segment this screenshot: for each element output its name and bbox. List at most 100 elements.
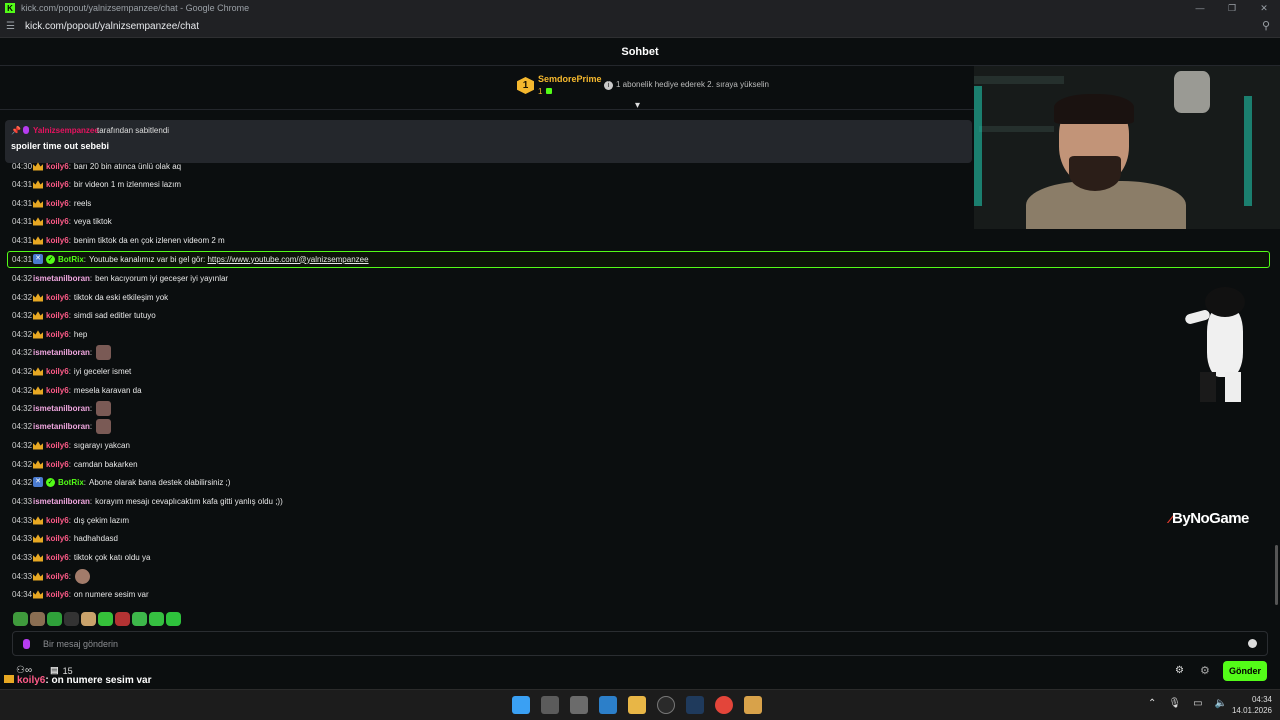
message-username[interactable]: koily6 [46, 162, 69, 171]
emote-button[interactable] [13, 612, 28, 626]
crown-badge-icon [4, 675, 14, 683]
chat-title: Sohbet [621, 46, 659, 58]
pinned-by-name[interactable]: Yalnizsempanzee [33, 126, 99, 135]
volume-icon[interactable]: 🔈 [1215, 698, 1227, 709]
emote-button[interactable] [149, 612, 164, 626]
crown-badge-icon [33, 293, 43, 302]
message-text: hadhahdasd [73, 533, 118, 543]
chat-message-row: 04:31 koily6: reels [12, 195, 91, 211]
message-time: 04:32 [12, 329, 33, 339]
chat-message-row: 04:34 koily6: on numere sesim var [12, 586, 149, 602]
message-username[interactable]: koily6 [46, 236, 69, 245]
emote-button[interactable] [81, 612, 96, 626]
message-time: 04:34 [12, 589, 33, 599]
message-username[interactable]: koily6 [46, 330, 69, 339]
crown-badge-icon [33, 330, 43, 339]
chat-message-input[interactable] [43, 638, 1223, 649]
message-time: 04:32 [12, 292, 33, 302]
message-link[interactable]: https://www.youtube.com/@yalnizsempanzee [207, 255, 368, 264]
emote-button[interactable] [115, 612, 130, 626]
emote-image [74, 568, 90, 584]
message-time: 04:33 [12, 533, 33, 543]
app-icon[interactable] [599, 696, 617, 714]
microphone-icon[interactable]: 🎙 [1168, 698, 1181, 709]
emote-button[interactable] [98, 612, 113, 626]
app-icon[interactable] [657, 696, 675, 714]
close-button[interactable]: ✕ [1248, 0, 1280, 16]
crown-badge-icon [33, 534, 43, 543]
message-separator: : [68, 216, 71, 226]
system-clock[interactable]: 04:34 14.01.2026 [1230, 694, 1272, 716]
message-time: 04:32 [12, 403, 33, 413]
maximize-button[interactable]: ❐ [1216, 0, 1248, 16]
message-username[interactable]: koily6 [46, 311, 69, 320]
message-username[interactable]: koily6 [46, 199, 69, 208]
gift-icon[interactable]: ⚙ [1200, 664, 1210, 677]
app-icon[interactable] [744, 696, 762, 714]
message-username[interactable]: ismetanilboran [33, 497, 90, 506]
message-username[interactable]: ismetanilboran [33, 404, 90, 413]
pinned-by-text: tarafından sabitlendi [97, 126, 170, 135]
leader-name[interactable]: SemdorePrime [538, 74, 602, 84]
message-username[interactable]: BotRix [58, 478, 84, 487]
message-time: 04:32 [12, 421, 33, 431]
message-username[interactable]: koily6 [46, 441, 69, 450]
message-text: Abone olarak bana destek olabilirsiniz ;… [89, 477, 231, 487]
zoom-icon[interactable]: ⚲ [1262, 19, 1270, 32]
start-menu-icon[interactable] [512, 696, 530, 714]
app-icon[interactable] [570, 696, 588, 714]
message-username[interactable]: koily6 [46, 590, 69, 599]
message-username[interactable]: ismetanilboran [33, 348, 90, 357]
task-view-icon[interactable] [541, 696, 559, 714]
message-username[interactable]: koily6 [46, 516, 69, 525]
emote-button[interactable] [64, 612, 79, 626]
site-info-icon[interactable]: ☰ [6, 21, 20, 32]
message-username[interactable]: koily6 [46, 217, 69, 226]
crown-badge-icon [33, 441, 43, 450]
chat-message-row: 04:32 koily6: camdan bakarken [12, 456, 138, 472]
message-username[interactable]: BotRix [58, 255, 84, 264]
settings-gear-icon[interactable]: ⚙ [1175, 665, 1184, 676]
chat-message-row: 04:32 ✕ ✓ BotRix: Abone olarak bana destek o… [12, 474, 230, 490]
message-time: 04:32 [12, 347, 33, 357]
message-username[interactable]: koily6 [46, 293, 69, 302]
file-explorer-icon[interactable] [628, 696, 646, 714]
chrome-icon[interactable] [715, 696, 733, 714]
emote-button[interactable] [30, 612, 45, 626]
message-username[interactable]: koily6 [46, 386, 69, 395]
message-text: ben kacıyorum iyi geceşer iyi yayınlar [95, 273, 229, 283]
emoji-icon[interactable] [1248, 639, 1257, 648]
chat-message-row: 04:33 koily6: tiktok çok katı oldu ya [12, 549, 150, 565]
emote-button[interactable] [132, 612, 147, 626]
shelf [979, 126, 1054, 132]
crown-badge-icon [33, 311, 43, 320]
collapse-icon[interactable]: ▾ [635, 100, 640, 111]
url-text[interactable]: kick.com/popout/yalnizsempanzee/chat [25, 21, 199, 32]
message-username[interactable]: koily6 [46, 553, 69, 562]
emote-button[interactable] [47, 612, 62, 626]
message-username[interactable]: ismetanilboran [33, 422, 90, 431]
crown-badge-icon [33, 516, 43, 525]
pinned-message[interactable]: 📌 Yalnizsempanzee tarafından sabitlendi … [5, 120, 972, 163]
message-username[interactable]: ismetanilboran [33, 274, 90, 283]
crown-badge-icon [33, 199, 43, 208]
message-username[interactable]: koily6 [46, 460, 69, 469]
send-button[interactable]: Gönder [1223, 661, 1267, 681]
message-separator: : [89, 347, 93, 357]
message-text: tiktok çok katı oldu ya [73, 552, 151, 562]
message-username[interactable]: koily6 [46, 534, 69, 543]
message-username[interactable]: koily6 [46, 367, 69, 376]
emote-button[interactable] [166, 612, 181, 626]
shelf [974, 76, 1064, 84]
chat-message-row: 04:32 koily6: sıgarayı yakcan [12, 437, 130, 453]
message-username[interactable]: koily6 [46, 180, 69, 189]
minimize-button[interactable]: — [1184, 0, 1216, 16]
message-username[interactable]: koily6 [46, 572, 69, 581]
chat-scrollbar[interactable] [1275, 545, 1278, 605]
message-separator: : [89, 273, 93, 283]
chevron-up-icon[interactable]: ⌃ [1148, 698, 1156, 709]
steam-icon[interactable] [686, 696, 704, 714]
display-icon[interactable]: ▭ [1193, 698, 1202, 709]
cat-leg [1200, 372, 1216, 402]
viewer-count: 15 [62, 665, 73, 676]
